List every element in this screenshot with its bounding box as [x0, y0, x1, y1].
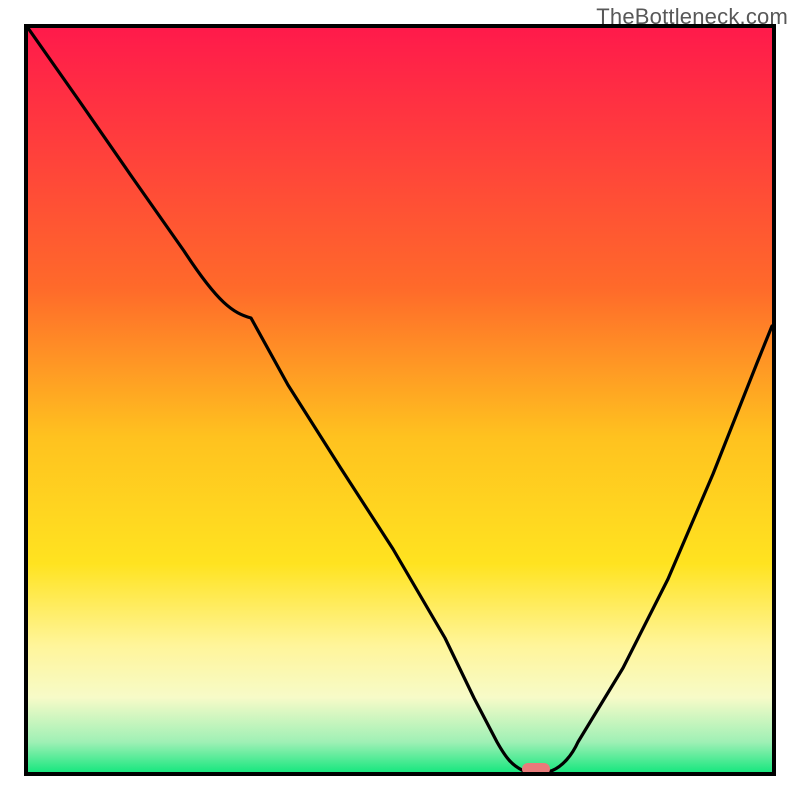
chart-svg: [28, 28, 772, 772]
site-watermark: TheBottleneck.com: [596, 4, 788, 30]
bottleneck-curve-path: [28, 28, 772, 772]
plot-area: [24, 24, 776, 776]
chart-frame: TheBottleneck.com: [0, 0, 800, 800]
optimal-marker: [522, 763, 550, 772]
